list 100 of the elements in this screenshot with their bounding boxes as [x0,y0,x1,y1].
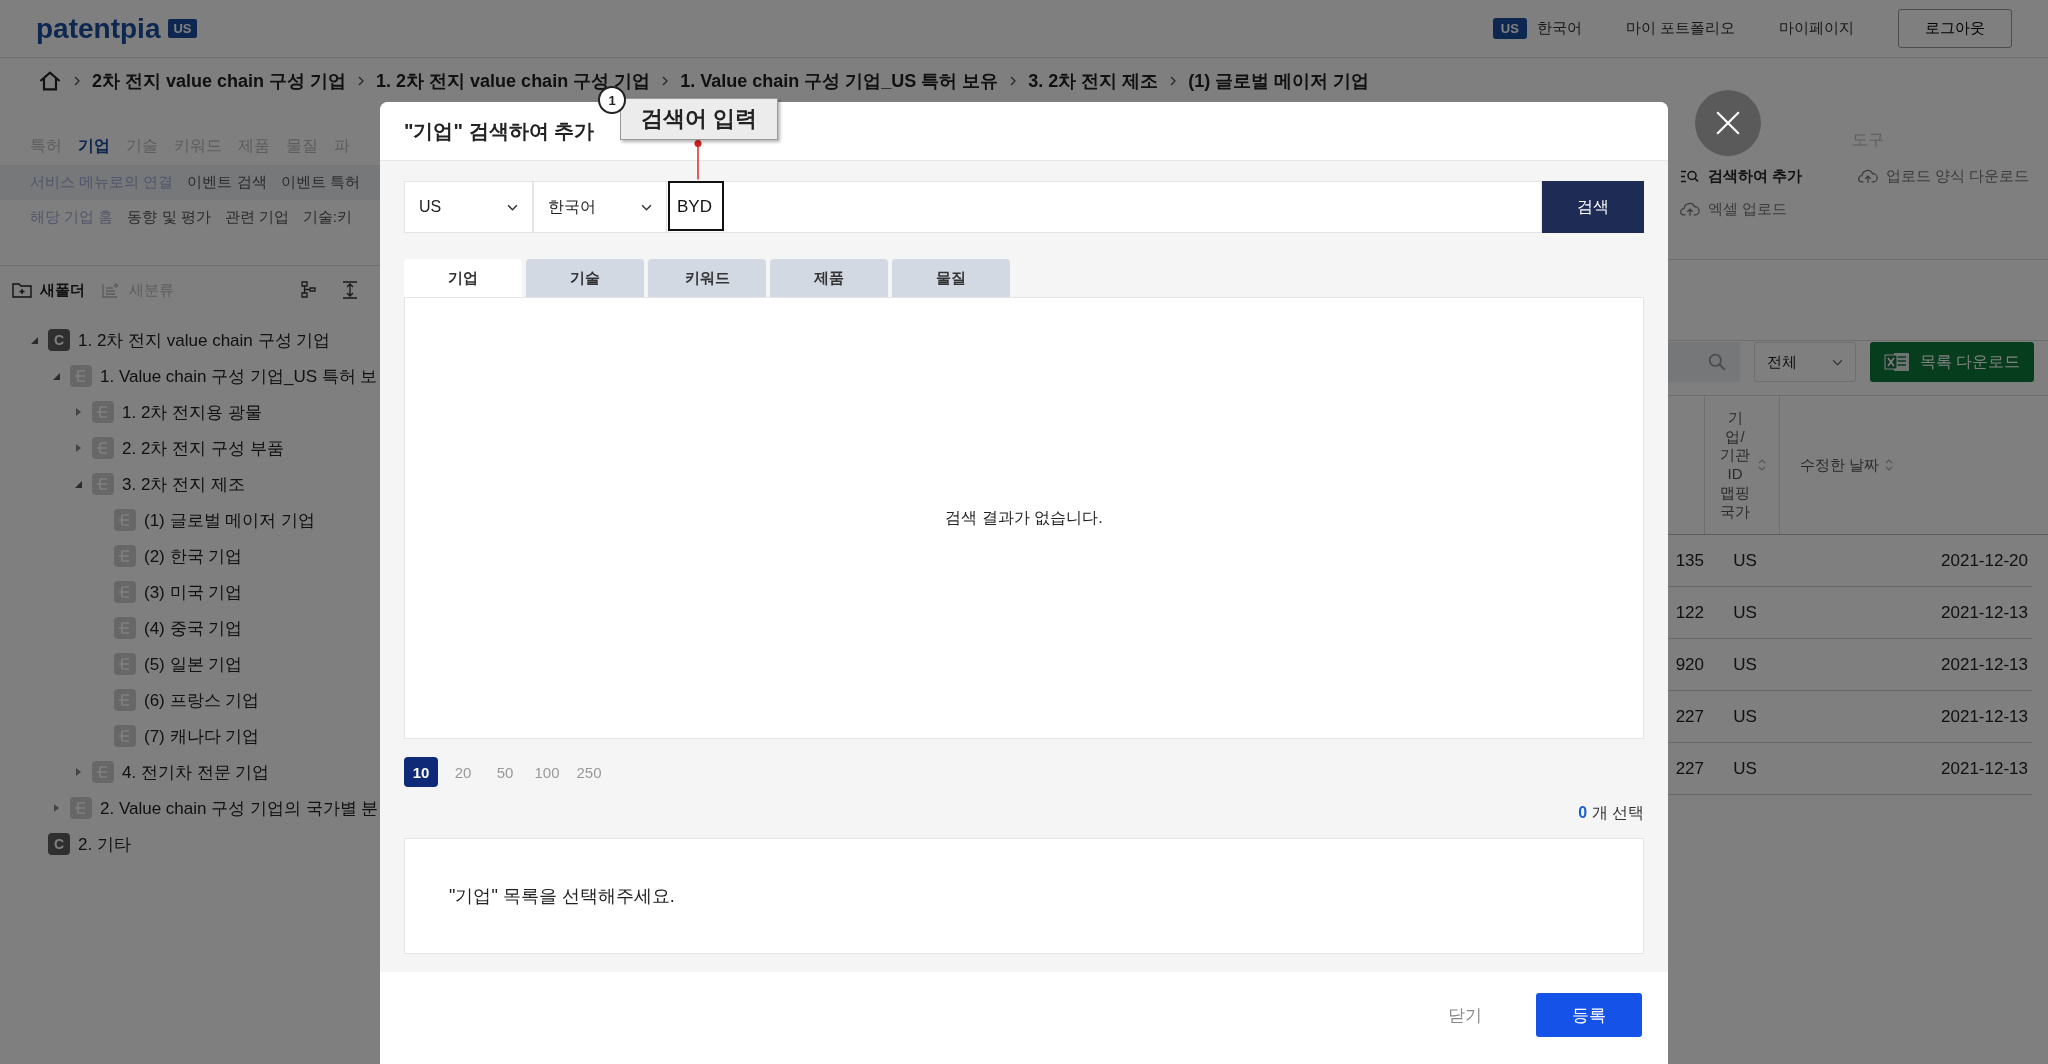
sub-menu-item[interactable]: 이벤트 검색 [187,173,267,192]
page-size-option[interactable]: 100 [530,757,564,787]
class-icon [92,401,114,423]
page-size-option[interactable]: 250 [572,757,606,787]
expand-arrow-icon[interactable] [29,335,39,345]
class-icon [114,725,136,747]
tree-item[interactable]: 2. Value chain 구성 기업의 국가별 분 [100,796,379,820]
class-icon [92,437,114,459]
caret-icon [507,203,518,211]
class-icon [92,761,114,783]
table-cell-text: US [1732,602,1758,623]
filter-dropdown[interactable]: 전체 [1754,342,1856,382]
search-field[interactable] [1668,342,1740,382]
class-icon [114,617,136,639]
tab[interactable]: 기술 [526,259,644,297]
folder-plus-icon [12,282,32,298]
tab[interactable]: 기업 [404,259,522,297]
class-icon [114,689,136,711]
tree-item[interactable]: (3) 미국 기업 [144,580,243,604]
table-cell-text: US [1732,706,1758,727]
class-icon [70,797,92,819]
submit-button[interactable]: 등록 [1536,993,1642,1037]
language-link[interactable]: 한국어 [1536,19,1582,38]
table-cell-text: 227 [1674,706,1704,727]
cloud-upload-icon [1680,202,1700,217]
tool-link[interactable]: 엑셀 업로드 [1680,200,1858,219]
spreadsheet-icon [1883,351,1910,373]
logo[interactable]: patentpia [36,12,161,45]
tab[interactable]: 물질 [892,259,1010,297]
tool-link[interactable]: 검색하여 추가 [1680,167,1858,186]
tree-item[interactable]: (6) 프랑스 기업 [144,688,260,712]
table-cell-text: 227 [1674,758,1704,779]
tree-item[interactable]: (1) 글로벌 메이저 기업 [144,508,315,532]
sub-menu-item[interactable]: 관련 기업 [224,208,289,227]
breadcrumb-link[interactable]: (1) 글로벌 메이저 기업 [1188,69,1370,93]
column-header[interactable]: 기업/기관 ID 맵핑 국가 [1718,408,1752,522]
sub-menu-item[interactable]: 기술:키 [302,208,353,227]
logout-button[interactable]: 로그아웃 [1898,9,2012,48]
page-size-option[interactable]: 50 [488,757,522,787]
hierarchy-icon[interactable] [300,280,316,300]
home-icon[interactable] [38,69,62,93]
table-cell-text: 122 [1674,602,1704,623]
tree-item[interactable]: 1. 2차 전지용 광물 [122,400,262,424]
tool-link[interactable]: 업로드 양식 다운로드 [1858,167,2036,186]
tree-item[interactable]: 1. 2차 전지 value chain 구성 기업 [78,328,331,352]
tree-item[interactable]: 2. 2차 전지 구성 부품 [122,436,284,460]
new-folder-button[interactable]: 새폴더 [12,280,85,300]
tree-item[interactable]: (5) 일본 기업 [144,652,243,676]
breadcrumb-link[interactable]: 1. Value chain 구성 기업_US 특허 보유 [680,69,999,93]
search-button[interactable]: 검색 [1542,181,1644,233]
table-cell-text: 2021-12-20 [1940,550,2029,571]
sub-menu-item[interactable]: 이벤트 특허 [280,173,360,192]
cloud-upload-icon [1858,169,1878,184]
table-cell-text: 2021-12-13 [1940,602,2029,623]
page-size-option[interactable]: 20 [446,757,480,787]
expand-icon[interactable] [342,280,358,300]
expand-arrow-icon[interactable] [73,443,83,453]
selected-count: 0 개 선택 [1578,803,1644,823]
table-cell-text: 2021-12-13 [1940,654,2029,675]
search-field[interactable]: BYD [667,181,1542,233]
download-button[interactable]: 목록 다운로드 [1870,342,2034,382]
tree-item[interactable]: 3. 2차 전지 제조 [122,472,245,496]
breadcrumb-link[interactable]: 3. 2차 전지 제조 [1028,69,1159,93]
nav-tab[interactable]: 기업 [78,136,110,157]
language-select[interactable]: 한국어 [533,181,667,233]
column-header[interactable]: 수정한 날짜 [1800,455,1880,475]
dialog-title: "기업" 검색하여 추가 [404,118,595,144]
tree-item[interactable]: 4. 전기차 전문 기업 [122,760,270,784]
expand-arrow-icon[interactable] [73,479,83,489]
tree-item[interactable]: (7) 캐나다 기업 [144,724,260,748]
tab[interactable]: 키워드 [648,259,766,297]
tree-item[interactable]: (2) 한국 기업 [144,544,243,568]
expand-arrow-icon[interactable] [73,767,83,777]
table-cell-text: 135 [1674,550,1704,571]
table-cell-text: 2021-12-13 [1940,758,2029,779]
tab[interactable]: 제품 [770,259,888,297]
expand-arrow-icon[interactable] [51,371,61,381]
country-select[interactable]: US [404,181,533,233]
category-badge: C [48,833,70,855]
header-link[interactable]: 마이 포트폴리오 [1625,19,1735,38]
callout-label: 검색어 입력 [620,98,778,140]
tree-item[interactable]: (4) 중국 기업 [144,616,243,640]
caret-icon [1832,358,1843,366]
sub-menu-item[interactable]: 동향 및 평가 [127,208,211,227]
tree-item[interactable]: 1. Value chain 구성 기업_US 특허 보 [100,364,378,388]
class-icon [114,509,136,531]
region-badge: US [168,19,197,38]
leader-line [693,138,703,181]
close-button[interactable]: 닫기 [1442,993,1488,1037]
table-cell-text: 920 [1674,654,1704,675]
empty-message: 검색 결과가 없습니다. [945,507,1103,528]
expand-arrow-icon[interactable] [51,803,61,813]
tree-item[interactable]: 2. 기타 [78,832,131,856]
breadcrumb-link[interactable]: 2차 전지 value chain 구성 기업 [92,69,347,93]
page-size-option[interactable]: 10 [404,757,438,787]
caret-icon [641,203,652,211]
list-plus-icon [101,282,121,298]
header-link[interactable]: 마이페이지 [1779,19,1854,38]
table-cell-text: 2021-12-13 [1940,706,2029,727]
expand-arrow-icon[interactable] [73,407,83,417]
